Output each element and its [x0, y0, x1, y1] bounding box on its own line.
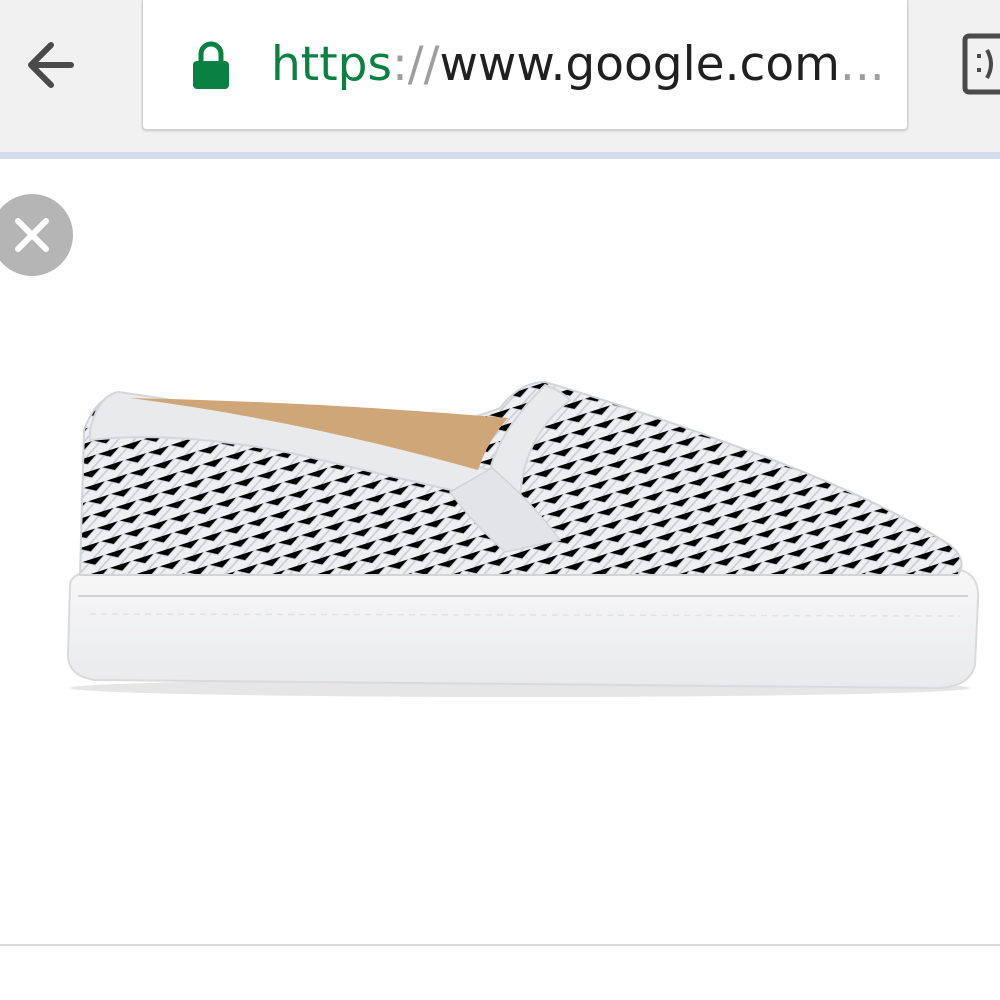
reader-mode-button[interactable]: [955, 28, 1000, 100]
back-button[interactable]: [14, 30, 84, 100]
url-ellipsis: ...: [839, 37, 885, 92]
url-text[interactable]: https://www.google.com...: [271, 34, 901, 96]
reader-mode-icon: [962, 33, 1000, 95]
browser-toolbar: https://www.google.com...: [0, 0, 1000, 152]
product-image[interactable]: [60, 370, 990, 700]
address-bar[interactable]: https://www.google.com...: [142, 0, 908, 130]
toolbar-divider: [0, 152, 1000, 159]
bottom-divider: [0, 944, 1000, 946]
lock-icon: [193, 41, 229, 89]
arrow-left-icon: [28, 42, 74, 88]
url-separator: ://: [391, 37, 440, 92]
close-icon: [15, 218, 49, 252]
url-host: www.google.com: [439, 37, 840, 92]
url-scheme: https: [271, 37, 392, 92]
